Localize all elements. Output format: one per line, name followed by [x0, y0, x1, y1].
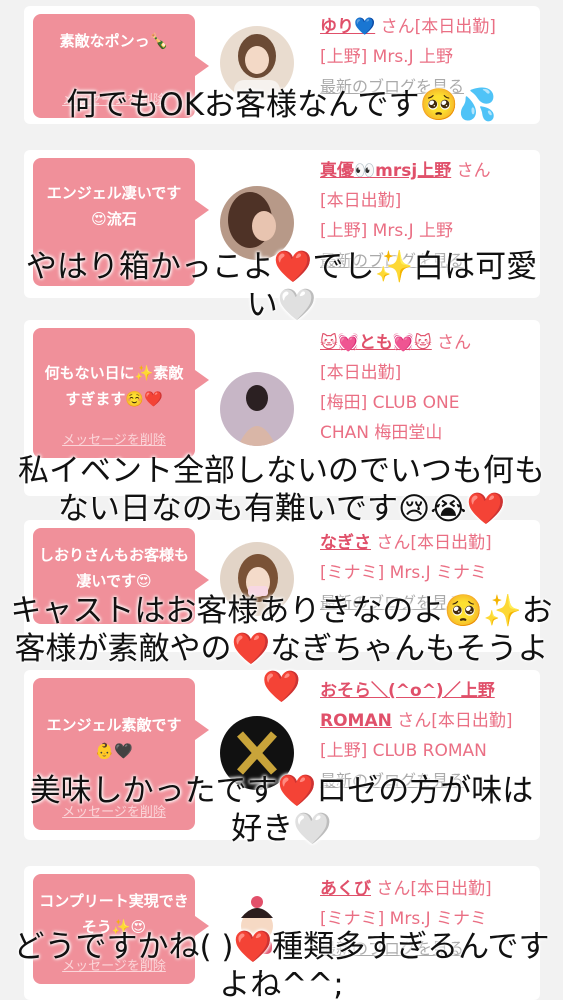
cast-name-link[interactable]: 🐱💓とも💓🐱 [320, 333, 432, 353]
store-label: [ミナミ] Mrs.J ミナミ [320, 563, 488, 583]
work-status: [本日出勤] [320, 363, 402, 383]
message-bubble: 何もない日に✨素敵すぎます☺️❤️ メッセージを削除 [33, 328, 209, 458]
delete-message-link[interactable]: メッセージを削除 [33, 432, 195, 450]
cast-status: さん[本日出勤] [371, 879, 492, 899]
cast-status: さん [431, 333, 472, 353]
message-text: エンジェル凄いです😍流石 [46, 184, 182, 228]
cast-status: さん[本日出勤] [371, 533, 492, 553]
store-label: [上野] Mrs.J 上野 [320, 221, 454, 241]
message-text: 何もない日に✨素敵すぎます☺️❤️ [44, 364, 184, 408]
avatar[interactable] [220, 372, 294, 446]
cast-info: 🐱💓とも💓🐱 さん [本日出勤] [梅田] CLUB ONE CHAN 梅田堂山 [320, 328, 534, 448]
cast-name-link[interactable]: なぎさ [320, 533, 371, 553]
overlay-caption: 美味しかったです❤️ロゼの方が味は好き🤍 [29, 773, 534, 847]
cast-status: さん[本日出勤] [375, 17, 496, 37]
work-status: [本日出勤] [320, 191, 402, 211]
overlay-caption: どうですかね( )❤️種類多すぎるんですよね^^; [13, 929, 550, 1000]
message-text: エンジェル素敵です👶🖤 [46, 716, 182, 760]
store-label: [梅田] CLUB ONE [320, 393, 460, 413]
store-label: [上野] CLUB ROMAN [320, 741, 487, 761]
overlay-caption: 私イベント全部しないのでいつも何もない日なのも有難いです😢😭❤️ [18, 453, 545, 527]
store-label: [上野] Mrs.J 上野 [320, 47, 454, 67]
cast-name-link[interactable]: ゆり💙 [320, 17, 375, 37]
message-list: 素敵なポンっ🍾 メッセージを削除 ゆり💙 さん[本日出勤] [上野] Mrs.J… [0, 0, 563, 1000]
message-text: 素敵なポンっ🍾 [59, 32, 169, 50]
message-text: しおりさんもお客様も凄いです😍 [39, 546, 190, 590]
overlay-caption: 何でもOKお客様なんです🥺💦 [66, 87, 497, 123]
store-label-2: CHAN 梅田堂山 [320, 423, 443, 443]
cast-name-link[interactable]: あくび [320, 879, 371, 899]
overlay-caption: やはり箱かっこよ❤️でし✨白は可愛い🤍 [25, 249, 538, 323]
cast-status: さん [451, 161, 491, 181]
cast-status: さん[本日出勤] [391, 711, 513, 731]
cast-name-link[interactable]: 真優👀mrsj上野 [320, 161, 451, 181]
overlay-caption: キャストはお客様ありきなのよ🥺✨お客様が素敵やの❤️なぎちゃんもそうよ❤️ [10, 593, 553, 705]
